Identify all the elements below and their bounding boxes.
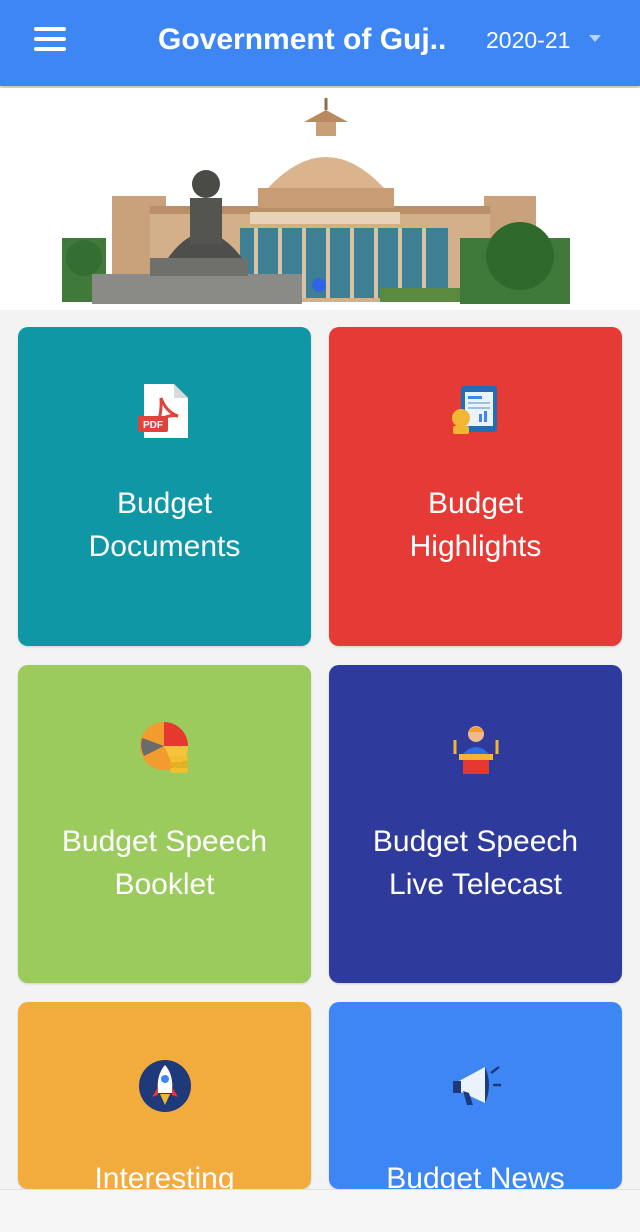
tile-label-line2: Documents — [88, 530, 241, 563]
tile-budget-speech-booklet[interactable]: Budget Speech Booklet — [18, 665, 311, 983]
tile-label: Budget News — [329, 1157, 622, 1189]
tile-label-line1: Budget — [116, 487, 213, 520]
tile-label-line1: Interesting — [94, 1162, 235, 1189]
tile-budget-highlights[interactable]: Budget Highlights — [329, 327, 622, 646]
tile-label-line2: Highlights — [409, 530, 542, 563]
tile-label: Budget Documents — [18, 482, 311, 568]
assembly-building-image — [0, 88, 640, 310]
pie-chart-coins-icon — [140, 722, 189, 773]
banner-carousel[interactable] — [0, 88, 640, 310]
speaker-podium-icon — [453, 726, 499, 774]
rocket-icon — [139, 1060, 191, 1112]
year-selector[interactable]: 2020-21 — [476, 20, 616, 60]
tile-label-line1: Budget Speech — [372, 825, 579, 858]
page-title: Government of Guj.. — [158, 23, 447, 56]
tile-label-line2: Live Telecast — [389, 868, 562, 901]
svg-text:PDF: PDF — [143, 420, 163, 431]
year-value: 2020-21 — [486, 27, 571, 53]
megaphone-icon — [453, 1066, 501, 1105]
tile-interesting[interactable]: Interesting — [18, 1002, 311, 1189]
tile-budget-documents[interactable]: PDF Budget Documents — [18, 327, 311, 646]
tile-label: Interesting — [18, 1157, 311, 1189]
tile-label: Budget Speech Live Telecast — [329, 820, 622, 906]
dropdown-caret-icon — [589, 35, 601, 42]
tile-budget-news[interactable]: Budget News — [329, 1002, 622, 1189]
hamburger-menu-icon[interactable] — [26, 20, 74, 60]
tile-label-line1: Budget — [427, 487, 524, 520]
tile-label-line1: Budget News — [386, 1162, 565, 1189]
carousel-indicator-dot[interactable] — [312, 278, 326, 292]
tile-label: Budget Speech Booklet — [18, 820, 311, 906]
tile-label: Budget Highlights — [329, 482, 622, 568]
report-document-icon — [452, 386, 497, 434]
tile-budget-speech-live-telecast[interactable]: Budget Speech Live Telecast — [329, 665, 622, 983]
tile-label-line2: Booklet — [114, 868, 215, 901]
system-navigation-bar — [0, 1189, 640, 1232]
pdf-file-icon: PDF — [138, 384, 188, 438]
tile-label-line1: Budget Speech — [61, 825, 268, 858]
app-bar: Government of Guj.. 2020-21 — [0, 0, 640, 86]
